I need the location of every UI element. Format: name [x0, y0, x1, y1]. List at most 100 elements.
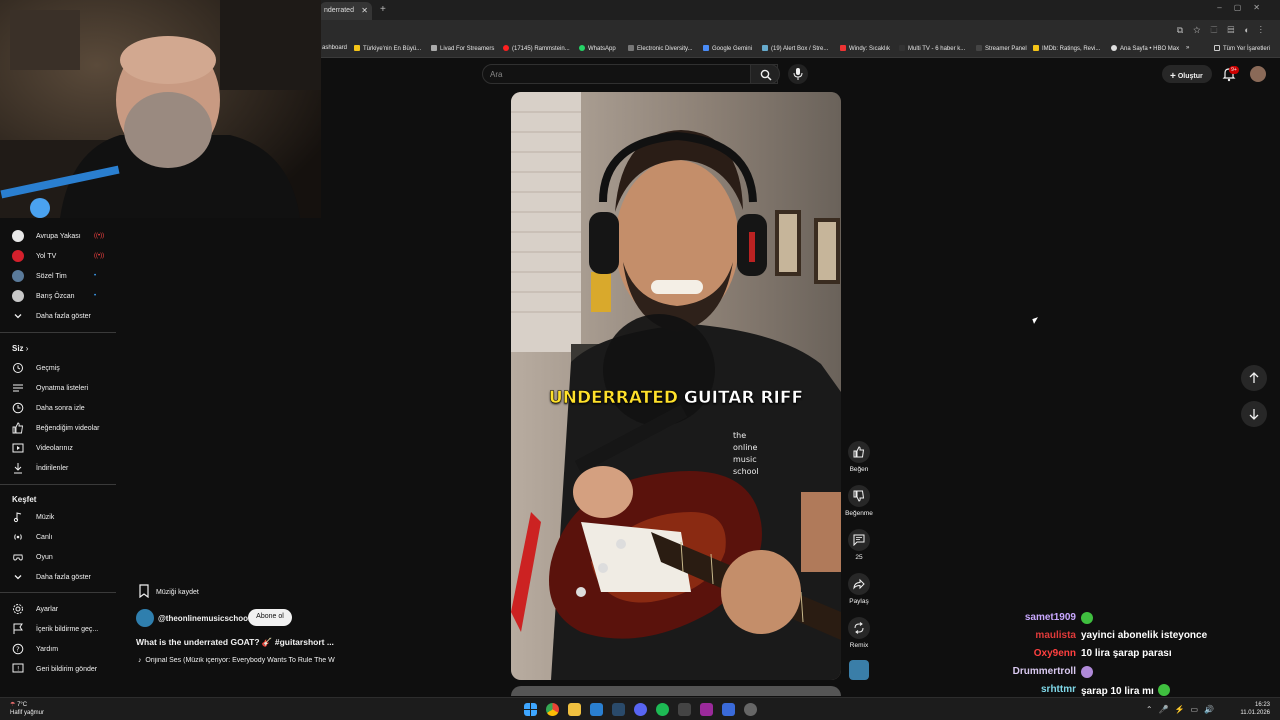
sidebar-heading-explore: Keşfet [12, 495, 37, 504]
bookmark[interactable]: IMDb: Ratings, Revi... [1033, 45, 1100, 52]
toolbar-icons[interactable]: ⧉☆⬚▤◐⋮ [1177, 25, 1272, 36]
sidebar-item-playlists[interactable]: Oynatma listeleri [0, 380, 118, 398]
sidebar-item-help[interactable]: ? Yardım [0, 641, 118, 659]
bookmark[interactable]: Ana Sayfa • HBO Max [1111, 45, 1179, 52]
bookmark[interactable]: Google Gemini [703, 45, 752, 52]
sidebar-item-liked-videos[interactable]: Beğendiğim videolar [0, 420, 118, 438]
voice-search-button[interactable] [788, 64, 808, 84]
sidebar-item-music[interactable]: Müzik [0, 509, 118, 527]
comment-icon [853, 534, 865, 546]
tab-close-icon[interactable]: ✕ [361, 6, 368, 15]
sidebar-item-history[interactable]: Geçmiş [0, 360, 118, 378]
sidebar-item-baris-ozcan[interactable]: Barış Özcan • [0, 288, 118, 306]
sidebar-item-gaming[interactable]: Oyun [0, 549, 118, 567]
save-music-button[interactable]: Müziği kaydet [138, 584, 199, 600]
sound-link[interactable]: ♪ Orijinal Ses (Müzik içeriyor: Everybod… [138, 657, 362, 664]
system-tray[interactable]: ⌃🎤⚡▭🔊 [1146, 705, 1220, 714]
sidebar-item-settings[interactable]: Ayarlar [0, 601, 118, 619]
chevron-down-icon [14, 575, 22, 580]
chrome-icon[interactable] [546, 703, 559, 716]
tab-active[interactable]: nderrated ✕ [320, 2, 372, 20]
bookmark[interactable]: Türkiye'nin En Büyü... [354, 45, 421, 52]
sidebar-item-label: Yol TV [36, 253, 57, 260]
app-icon[interactable] [590, 703, 603, 716]
help-icon: ? [12, 643, 24, 655]
sidebar-heading-you[interactable]: Siz › [12, 344, 28, 353]
calculator-icon[interactable] [678, 703, 691, 716]
file-explorer-icon[interactable] [568, 703, 581, 716]
bookmark[interactable]: WhatsApp [579, 45, 616, 52]
sidebar-item-send-feedback[interactable]: ! Geri bildirim gönder [0, 661, 118, 679]
search-button[interactable] [750, 64, 780, 84]
share-label: Paylaş [849, 598, 869, 605]
tab-title: nderrated [324, 7, 354, 14]
screen: nderrated ✕ + –▢✕ ⧉☆⬚▤◐⋮ ashboard Türkiy… [0, 0, 1280, 720]
bookmark[interactable]: (17145) Rammstein... [503, 45, 570, 52]
subscribe-button[interactable]: Abone ol [248, 609, 292, 626]
sidebar-item-label: Geçmiş [36, 365, 60, 372]
bookmark[interactable]: Windy: Sıcaklık [840, 45, 890, 52]
sidebar-item-avrupa-yakasi[interactable]: Avrupa Yakası ((•)) [0, 228, 118, 246]
next-short-button[interactable] [1241, 401, 1267, 427]
discord-icon[interactable] [634, 703, 647, 716]
channel-avatar [12, 270, 24, 282]
app-icon[interactable] [722, 703, 735, 716]
sidebar-item-label: Oyun [36, 554, 53, 561]
window-controls[interactable]: –▢✕ [1217, 3, 1272, 12]
sidebar-show-more[interactable]: Daha fazla göster [0, 308, 118, 326]
comments-button[interactable]: 25 [843, 529, 875, 561]
sound-thumbnail[interactable] [849, 660, 869, 680]
short-title[interactable]: What is the underrated GOAT? 🎸 #guitarsh… [136, 637, 334, 648]
weather-widget[interactable]: ☂ 7°C Hafif yağmur [10, 701, 44, 717]
previous-short-button[interactable] [1241, 365, 1267, 391]
chat-text [1081, 666, 1093, 679]
bookmark[interactable]: Streamer Panel [976, 45, 1027, 52]
next-short-preview[interactable] [511, 686, 841, 696]
short-video-player[interactable]: the online music school UNDERRATED GUITA… [511, 92, 841, 680]
sidebar-item-label: İçerik bildirme geç... [36, 626, 99, 633]
new-tab-icon[interactable]: + [380, 4, 386, 15]
dislike-button[interactable]: Beğenme [843, 485, 875, 517]
like-button[interactable]: Beğen [843, 441, 875, 473]
bookmark[interactable]: Multi TV - 6 haber k... [899, 45, 965, 52]
chat-message: Drummertroll [940, 663, 1220, 681]
emote-icon [1081, 666, 1093, 678]
sidebar-item-watch-later[interactable]: Daha sonra izle [0, 400, 118, 418]
shirt-print-line: music [733, 455, 757, 464]
windows-start-icon[interactable] [524, 703, 537, 716]
obs-icon[interactable] [744, 703, 757, 716]
steam-icon[interactable] [612, 703, 625, 716]
channel-name[interactable]: @theonlinemusicschool [158, 614, 250, 623]
mouse-cursor [1032, 317, 1040, 324]
comment-count: 25 [855, 554, 863, 561]
bookmark[interactable]: ashboard [322, 45, 347, 51]
plus-icon: + [1170, 71, 1176, 82]
remix-button[interactable]: Remix [843, 617, 875, 649]
channel-avatar[interactable] [136, 609, 154, 627]
sidebar-divider [0, 332, 116, 333]
sidebar-item-yol-tv[interactable]: Yol TV ((•)) [0, 248, 118, 266]
search-input[interactable]: Ara [482, 64, 778, 84]
sidebar-show-more-explore[interactable]: Daha fazla göster [0, 569, 118, 587]
sidebar-item-sozel-tim[interactable]: Sözel Tim • [0, 268, 118, 286]
caption-highlight: UNDERRATED [548, 388, 679, 409]
bookmark[interactable]: Tüm Yer İşaretleri [1214, 45, 1270, 52]
channel-avatar [12, 290, 24, 302]
create-button[interactable]: + Oluştur [1162, 65, 1212, 83]
new-content-dot: • [94, 273, 97, 279]
emote-icon [1081, 612, 1093, 624]
clock[interactable]: 16:23 11.01.2026 [1240, 701, 1270, 717]
sidebar-item-downloads[interactable]: İndirilenler [0, 460, 118, 478]
streaming-app-icon[interactable] [700, 703, 713, 716]
sidebar-item-report-history[interactable]: İçerik bildirme geç... [0, 621, 118, 639]
bookmarks-overflow-icon[interactable]: » [1186, 45, 1189, 51]
sidebar-item-your-videos[interactable]: Videolarınız [0, 440, 118, 458]
sidebar-item-live[interactable]: Canlı [0, 529, 118, 547]
share-button[interactable]: Paylaş [843, 573, 875, 605]
spotify-icon[interactable] [656, 703, 669, 716]
bookmark[interactable]: (19) Alert Box / Stre... [762, 45, 828, 52]
bookmark[interactable]: Livad For Streamers [431, 45, 494, 52]
bookmark[interactable]: Electronic Diversity... [628, 45, 693, 52]
chat-username: Drummertroll [1012, 666, 1076, 677]
account-avatar[interactable] [1250, 66, 1266, 82]
